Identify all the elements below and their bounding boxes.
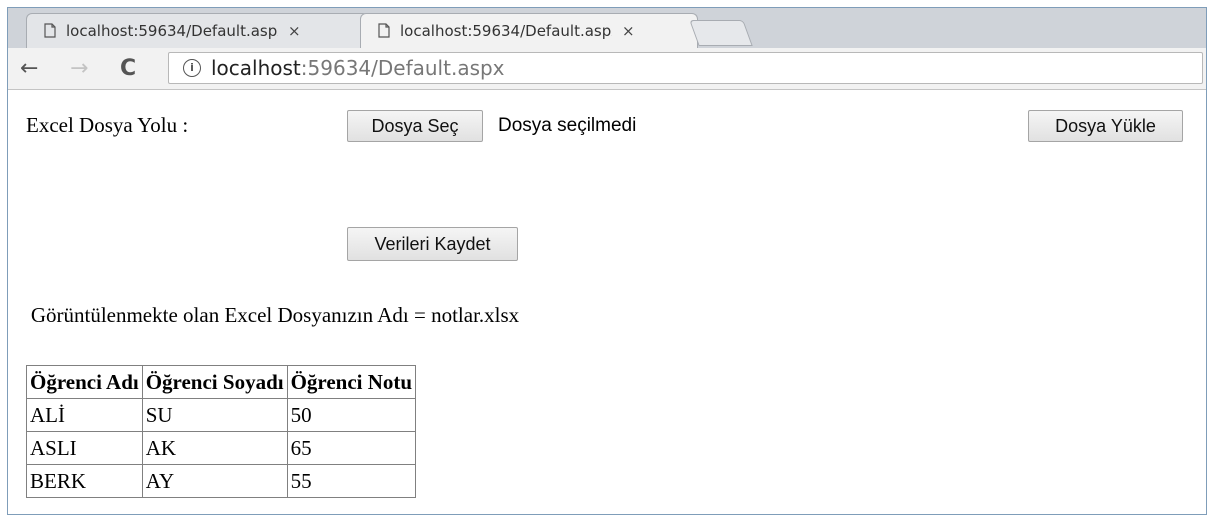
url-host: localhost <box>211 56 301 80</box>
table-row: ASLI AK 65 <box>26 431 417 465</box>
table-row: BERK AY 55 <box>26 464 417 498</box>
tab-title: localhost:59634/Default.aspx <box>66 21 278 40</box>
column-header: Öğrenci Notu <box>286 365 417 399</box>
table-cell: 55 <box>286 464 417 498</box>
url-text: localhost:59634/Default.aspx <box>211 56 505 80</box>
reload-icon[interactable]: C <box>120 56 136 81</box>
grades-table: Öğrenci Adı Öğrenci Soyadı Öğrenci Notu … <box>26 365 417 498</box>
forward-icon[interactable]: → <box>70 56 88 81</box>
no-file-text: Dosya seçilmedi <box>498 115 637 136</box>
info-icon[interactable]: i <box>183 59 201 77</box>
file-name-caption: Görüntülenmekte olan Excel Dosyanızın Ad… <box>30 303 520 327</box>
browser-window: localhost:59634/Default.aspx × localhost… <box>7 7 1207 515</box>
page-content: Excel Dosya Yolu : Dosya Seç Dosya seçil… <box>8 90 1206 516</box>
back-icon[interactable]: ← <box>20 56 38 81</box>
close-icon[interactable]: × <box>622 22 635 40</box>
tab-2[interactable]: localhost:59634/Default.aspx × <box>360 13 698 48</box>
address-bar[interactable]: i localhost:59634/Default.aspx <box>168 52 1203 84</box>
save-data-button[interactable]: Verileri Kaydet <box>347 227 518 261</box>
new-tab-button[interactable] <box>689 20 753 46</box>
table-cell: BERK <box>26 464 143 498</box>
column-header: Öğrenci Adı <box>26 365 143 399</box>
table-cell: AK <box>141 431 288 465</box>
column-header: Öğrenci Soyadı <box>141 365 288 399</box>
page-icon <box>44 23 56 38</box>
close-icon[interactable]: × <box>288 22 301 40</box>
tab-title: localhost:59634/Default.aspx <box>400 21 612 40</box>
excel-path-label: Excel Dosya Yolu : <box>26 113 189 137</box>
tab-strip: localhost:59634/Default.aspx × localhost… <box>8 8 1206 48</box>
table-cell: SU <box>141 398 288 432</box>
table-cell: 65 <box>286 431 417 465</box>
url-path: :59634/Default.aspx <box>300 56 505 80</box>
table-cell: ALİ <box>26 398 143 432</box>
table-cell: AY <box>141 464 288 498</box>
page-icon <box>378 23 390 38</box>
choose-file-button[interactable]: Dosya Seç <box>347 110 483 142</box>
tab-1[interactable]: localhost:59634/Default.aspx × <box>26 13 369 48</box>
table-cell: 50 <box>286 398 417 432</box>
table-row: ALİ SU 50 <box>26 398 417 432</box>
table-cell: ASLI <box>26 431 143 465</box>
toolbar: ← → C i localhost:59634/Default.aspx <box>8 48 1206 90</box>
upload-file-button[interactable]: Dosya Yükle <box>1028 110 1183 142</box>
table-header-row: Öğrenci Adı Öğrenci Soyadı Öğrenci Notu <box>26 365 417 399</box>
